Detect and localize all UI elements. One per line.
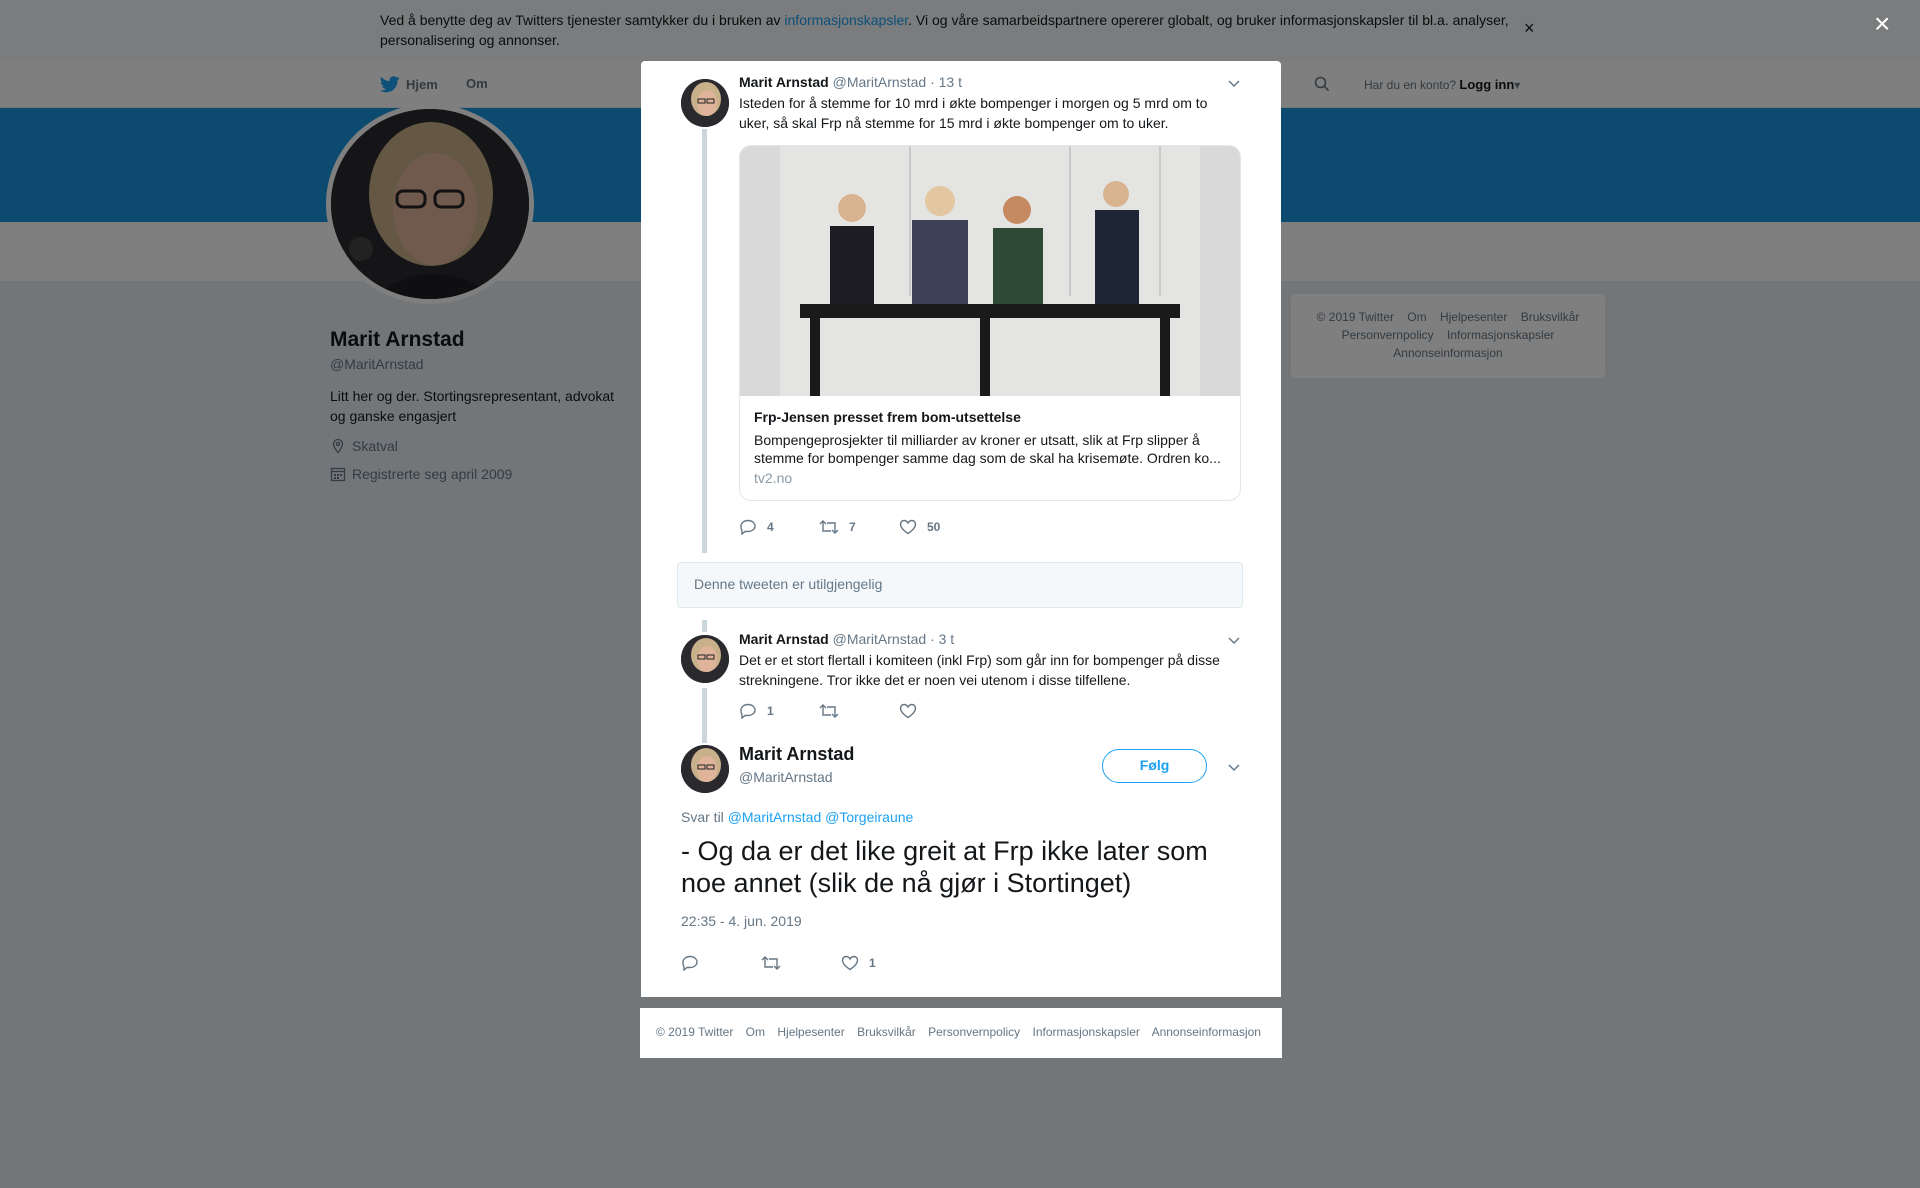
reply-prefix: Svar til [681, 809, 724, 825]
footer-copyright: © 2019 Twitter [656, 1025, 734, 1039]
reply-icon [682, 955, 698, 971]
footer-link-help[interactable]: Hjelpesenter [777, 1025, 844, 1039]
retweet-button[interactable] [819, 703, 899, 719]
footer-link-privacy[interactable]: Personvernpolicy [928, 1025, 1020, 1039]
main-tweet-text: - Og da er det like greit at Frp ikke la… [681, 836, 1208, 898]
reply-context: Svar til @MaritArnstad @Torgeiraune [681, 809, 913, 825]
card-description: Bompengeprosjekter til milliarder av kro… [754, 432, 1221, 466]
reply-button[interactable] [681, 955, 761, 971]
tweet-text: Det er et stort flertall i komiteen (ink… [739, 652, 1220, 688]
like-button[interactable]: 1 [841, 955, 921, 971]
avatar[interactable] [681, 635, 729, 683]
like-count: 1 [869, 956, 876, 970]
tweet-header: Marit Arnstad @MaritArnstad · 3 t [739, 631, 954, 647]
heart-icon [841, 955, 859, 971]
modal-close-button[interactable]: × [1874, 10, 1890, 38]
reply-icon [740, 703, 756, 719]
footer-link-cookies[interactable]: Informasjonskapsler [1033, 1025, 1140, 1039]
tweet-author-name[interactable]: Marit Arnstad [739, 631, 829, 647]
heart-icon [899, 519, 917, 535]
thread-line [702, 688, 707, 743]
tweet-modal: Marit Arnstad @MaritArnstad · 13 t Isted… [641, 61, 1281, 997]
like-count: 50 [927, 520, 941, 534]
reply-count: 1 [767, 704, 774, 718]
chevron-down-icon[interactable] [1226, 632, 1242, 648]
chevron-down-icon[interactable] [1226, 759, 1242, 775]
retweet-icon [819, 704, 839, 718]
footer-link-om[interactable]: Om [746, 1025, 765, 1039]
reply-mentions[interactable]: @MaritArnstad @Torgeiraune [728, 809, 914, 825]
heart-icon [899, 703, 917, 719]
footer-link-terms[interactable]: Bruksvilkår [857, 1025, 916, 1039]
tweet-author-name[interactable]: Marit Arnstad [739, 74, 829, 90]
footer-link-ads[interactable]: Annonseinformasjon [1152, 1025, 1261, 1039]
reply-button[interactable]: 4 [739, 519, 819, 535]
tweet-author-handle[interactable]: @MaritArnstad [833, 74, 927, 90]
retweet-button[interactable] [761, 955, 841, 971]
tweet-header: Marit Arnstad @MaritArnstad · 13 t [739, 74, 962, 90]
unavailable-tweet: Denne tweeten er utilgjengelig [677, 562, 1243, 608]
retweet-count: 7 [849, 520, 856, 534]
tweet-text: Isteden for å stemme for 10 mrd i økte b… [739, 95, 1208, 131]
main-tweet-author-handle[interactable]: @MaritArnstad [739, 769, 833, 785]
like-button[interactable] [899, 703, 979, 719]
modal-footer: © 2019 Twitter Om Hjelpesenter Bruksvilk… [640, 1008, 1282, 1058]
reply-button[interactable]: 1 [739, 703, 819, 719]
reply-count: 4 [767, 520, 774, 534]
card-domain: tv2.no [754, 470, 793, 486]
retweet-icon [819, 520, 839, 534]
tweet-actions: 1 [739, 703, 979, 719]
card-image [740, 146, 1240, 396]
reply-icon [740, 519, 756, 535]
link-card[interactable]: Frp-Jensen presset frem bom-utsettelse B… [739, 145, 1241, 501]
card-title: Frp-Jensen presset frem bom-utsettelse [754, 409, 1021, 425]
avatar[interactable] [681, 79, 729, 127]
tweet-author-handle[interactable]: @MaritArnstad [833, 631, 927, 647]
retweet-button[interactable]: 7 [819, 519, 899, 535]
follow-button[interactable]: Følg [1102, 749, 1207, 783]
chevron-down-icon[interactable] [1226, 75, 1242, 91]
main-tweet-author-name[interactable]: Marit Arnstad [739, 744, 854, 765]
main-tweet-timestamp[interactable]: 22:35 - 4. jun. 2019 [681, 913, 802, 929]
avatar[interactable] [681, 745, 729, 793]
like-button[interactable]: 50 [899, 519, 979, 535]
retweet-icon [761, 956, 781, 970]
thread-line [702, 129, 707, 553]
thread-line [702, 620, 707, 632]
tweet-time[interactable]: · 13 t [930, 74, 962, 90]
main-tweet-actions: 1 [681, 955, 921, 971]
tweet-time[interactable]: · 3 t [930, 631, 954, 647]
tweet-actions: 4 7 50 [739, 519, 979, 535]
